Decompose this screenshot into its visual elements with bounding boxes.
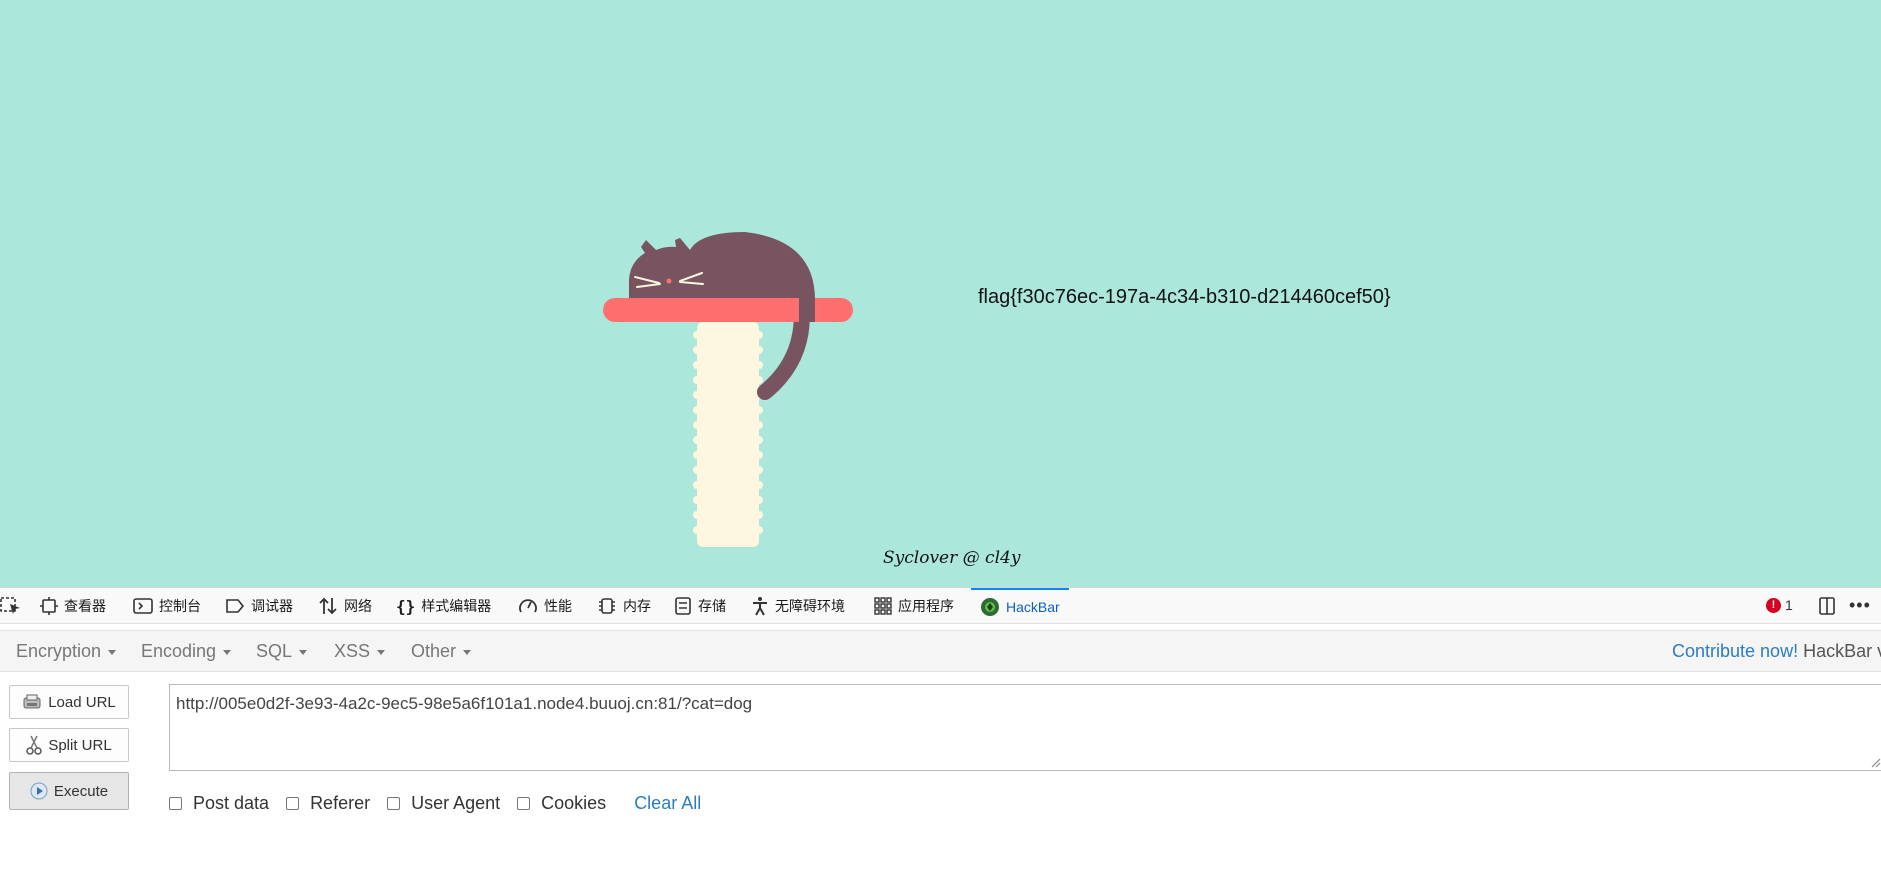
- tab-network[interactable]: 网络: [318, 588, 372, 624]
- tab-label: HackBar: [1006, 599, 1060, 615]
- more-options-icon[interactable]: •••: [1849, 596, 1871, 614]
- tab-label: 样式编辑器: [421, 598, 492, 614]
- caret-down-icon: [463, 649, 472, 655]
- menu-xss[interactable]: XSS: [334, 641, 386, 662]
- execute-button[interactable]: Execute: [9, 772, 129, 810]
- tab-style-editor[interactable]: {} 样式编辑器: [396, 588, 491, 624]
- cookies-checkbox[interactable]: Cookies: [517, 793, 606, 814]
- hackbar-menu-bar: Encryption Encoding SQL XSS Other Contri…: [0, 630, 1881, 672]
- tab-debugger[interactable]: 调试器: [225, 588, 293, 624]
- element-picker-icon[interactable]: [0, 596, 22, 616]
- scratching-post-pole: [693, 322, 763, 547]
- inspector-icon: [40, 597, 58, 615]
- referer-checkbox[interactable]: Referer: [286, 793, 370, 814]
- tab-label: 查看器: [64, 598, 106, 614]
- caret-down-icon: [108, 649, 117, 655]
- tab-label: 控制台: [159, 598, 201, 614]
- checkbox[interactable]: [169, 797, 182, 810]
- menu-other[interactable]: Other: [411, 641, 472, 662]
- tab-application[interactable]: 应用程序: [874, 588, 954, 624]
- request-options: Post data Referer User Agent Cookies Cle…: [169, 793, 701, 814]
- flag-text: flag{f30c76ec-197a-4c34-b310-d214460cef5…: [978, 286, 1391, 308]
- web-page: flag{f30c76ec-197a-4c34-b310-d214460cef5…: [0, 0, 1881, 587]
- performance-icon: [519, 599, 537, 613]
- menu-encoding[interactable]: Encoding: [141, 641, 232, 662]
- play-icon: [30, 782, 48, 800]
- debugger-icon: [226, 599, 245, 613]
- split-url-button[interactable]: Split URL: [9, 728, 129, 762]
- tab-console[interactable]: 控制台: [133, 588, 201, 624]
- shelf: [603, 298, 853, 322]
- checkbox[interactable]: [286, 797, 300, 810]
- clear-all-link[interactable]: Clear All: [634, 793, 701, 814]
- tab-label: 调试器: [251, 598, 293, 614]
- contribute-section: Contribute now! HackBar v: [1672, 641, 1881, 662]
- tab-label: 性能: [544, 598, 572, 614]
- checkbox[interactable]: [517, 797, 531, 810]
- tab-label: 应用程序: [898, 598, 954, 614]
- credit-text: Syclover @ cl4y: [883, 548, 1021, 568]
- tab-memory[interactable]: 内存: [597, 588, 651, 624]
- hackbar-icon: [981, 598, 999, 616]
- caret-down-icon: [223, 649, 232, 655]
- menu-encryption[interactable]: Encryption: [16, 641, 117, 662]
- load-url-button[interactable]: Load URL: [9, 685, 129, 719]
- url-value: http://005e0d2f-3e93-4a2c-9ec5-98e5a6f10…: [176, 694, 753, 713]
- scissors-icon: [26, 735, 43, 755]
- error-count: 1: [1785, 597, 1793, 613]
- tab-performance[interactable]: 性能: [518, 588, 572, 624]
- cat-illustration: [603, 232, 853, 547]
- version-label: HackBar v: [1803, 641, 1881, 661]
- tab-label: 网络: [344, 598, 372, 614]
- post-data-checkbox[interactable]: Post data: [169, 793, 269, 814]
- url-input[interactable]: http://005e0d2f-3e93-4a2c-9ec5-98e5a6f10…: [169, 684, 1881, 771]
- tab-storage[interactable]: 存储: [674, 588, 726, 624]
- tab-inspector[interactable]: 查看器: [40, 588, 106, 624]
- memory-icon: [599, 598, 615, 614]
- tab-label: 存储: [698, 598, 726, 614]
- caret-down-icon: [377, 649, 386, 655]
- error-icon: !: [1766, 597, 1781, 613]
- load-url-icon: [23, 694, 41, 709]
- checkbox[interactable]: [387, 797, 401, 810]
- error-count-badge[interactable]: ! 1: [1766, 597, 1793, 613]
- devtools-toolbar: 查看器 控制台 调试器 网络 {} 样式编辑器 性能 内存 存储 无障碍环境 应…: [0, 587, 1881, 624]
- resize-grip-icon[interactable]: [1869, 756, 1881, 768]
- storage-icon: [675, 597, 691, 615]
- network-icon: [319, 597, 337, 615]
- console-icon: [133, 598, 153, 614]
- user-agent-checkbox[interactable]: User Agent: [387, 793, 500, 814]
- tab-label: 无障碍环境: [775, 598, 845, 614]
- dock-side-icon[interactable]: [1818, 597, 1836, 615]
- contribute-link[interactable]: Contribute now!: [1672, 641, 1798, 661]
- tab-hackbar[interactable]: HackBar: [971, 588, 1069, 624]
- accessibility-icon: [753, 597, 767, 616]
- tab-label: 内存: [623, 598, 651, 614]
- style-editor-icon: {}: [396, 596, 416, 616]
- menu-sql[interactable]: SQL: [256, 641, 308, 662]
- application-icon: [874, 597, 892, 615]
- tab-accessibility[interactable]: 无障碍环境: [751, 588, 845, 624]
- caret-down-icon: [299, 649, 308, 655]
